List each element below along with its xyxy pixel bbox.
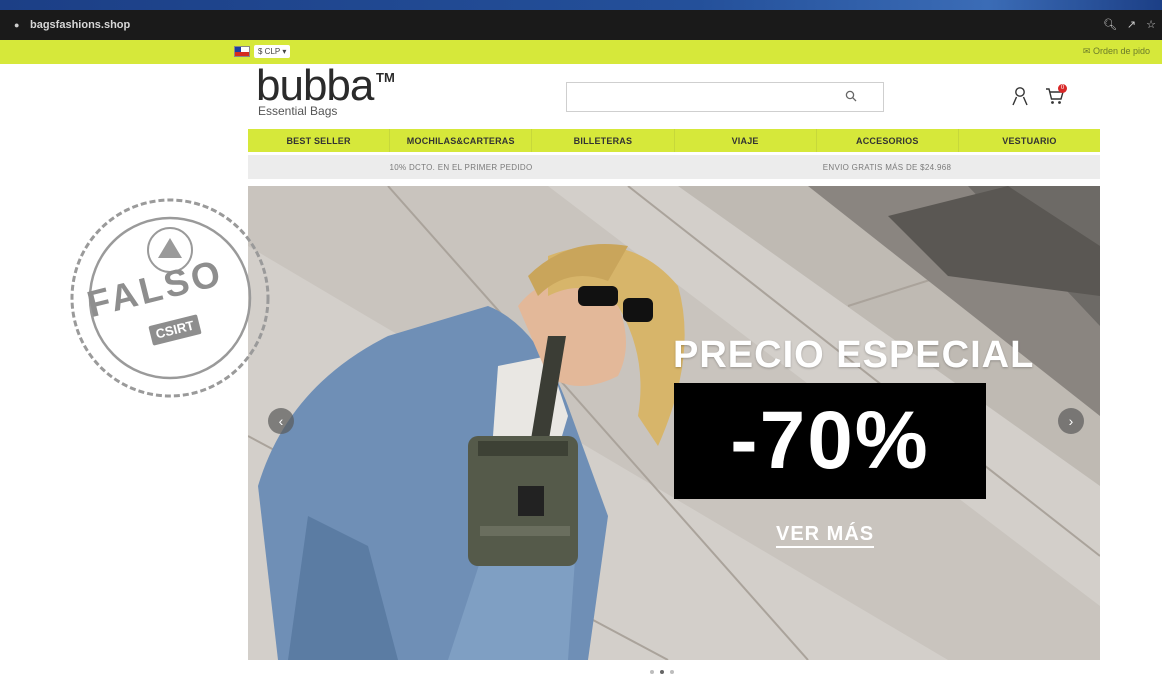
stamp-falso-text: FALSO (82, 251, 228, 326)
page: ● bagsfashions.shop 🔍︎ ↗ ☆ $ CLP ▾ ✉ Ord… (0, 0, 1162, 677)
utility-bar: $ CLP ▾ ✉ Orden de pido (0, 40, 1162, 64)
nav-item-viaje[interactable]: VIAJE (675, 129, 817, 152)
currency-selector[interactable]: $ CLP ▾ (254, 45, 291, 58)
hero-discount: -70% (730, 395, 930, 486)
carousel-dot-1[interactable] (650, 670, 654, 674)
share-icon[interactable]: ↗ (1127, 18, 1136, 31)
mail-icon: ✉ (1082, 46, 1091, 56)
bookmark-icon[interactable]: ☆ (1146, 18, 1156, 31)
stamp-rings (70, 198, 270, 398)
nav-item-mochilas-carteras[interactable]: MOCHILAS&CARTERAS (390, 129, 533, 152)
cart-count-badge: 0 (1058, 84, 1067, 93)
chevron-left-icon: ‹ (278, 413, 284, 429)
main-nav: BEST SELLER MOCHILAS&CARTERAS BILLETERAS… (248, 129, 1100, 152)
orders-link[interactable]: ✉ Orden de pido (1083, 46, 1150, 57)
site-info-icon[interactable]: ● (14, 20, 24, 30)
logo-trademark: TM (376, 70, 395, 85)
brand-logo[interactable]: bubba TM Essential Bags (256, 61, 396, 122)
nav-item-vestuario[interactable]: VESTUARIO (959, 129, 1100, 152)
hero-cta-button[interactable]: VER MÁS (776, 523, 875, 548)
hero-banner[interactable]: PRECIO ESPECIAL -70% VER MÁS ‹ › (248, 186, 1100, 660)
chile-flag-icon (234, 46, 250, 57)
carousel-prev-button[interactable]: ‹ (268, 408, 294, 434)
search-icon[interactable] (845, 90, 857, 102)
browser-actions: 🔍︎ ↗ ☆ (1103, 18, 1156, 31)
promo-free-shipping: ENVIO GRATIS MÁS DE $24.968 (822, 162, 952, 172)
address-bar-url[interactable]: bagsfashions.shop (30, 19, 130, 31)
nav-item-best-seller[interactable]: BEST SELLER (248, 129, 391, 152)
top-strip (0, 0, 1162, 10)
carousel-dot-2[interactable] (660, 670, 664, 674)
currency-label: $ CLP (258, 47, 281, 56)
search-input[interactable] (567, 83, 847, 111)
logo-wordmark: bubba (256, 61, 374, 110)
chevron-down-icon: ▾ (282, 47, 287, 56)
carousel-indicators (650, 670, 674, 674)
carousel-dot-3[interactable] (670, 670, 674, 674)
nav-item-billeteras[interactable]: BILLETERAS (532, 129, 675, 152)
hero-headline: PRECIO ESPECIAL (673, 334, 1035, 376)
carousel-next-button[interactable]: › (1058, 408, 1084, 434)
stamp-csirt-label: CSIRT (148, 314, 202, 346)
zoom-icon[interactable]: 🔍︎ (1103, 18, 1117, 31)
orders-link-label: Orden de pido (1092, 46, 1150, 56)
logo-tagline: Essential Bags (258, 104, 338, 118)
promo-first-order: 10% DCTO. EN EL PRIMER PEDIDO (389, 162, 533, 172)
browser-bar: ● bagsfashions.shop 🔍︎ ↗ ☆ (0, 10, 1162, 40)
user-account-icon[interactable] (1011, 86, 1029, 106)
falso-csirt-stamp: FALSO CSIRT (62, 180, 272, 420)
chevron-right-icon: › (1068, 413, 1074, 429)
nav-item-accesorios[interactable]: ACCESORIOS (817, 129, 959, 152)
hero-discount-box: -70% (674, 383, 986, 499)
promo-strip: 10% DCTO. EN EL PRIMER PEDIDO ENVIO GRAT… (248, 155, 1100, 179)
search-box (566, 82, 884, 112)
